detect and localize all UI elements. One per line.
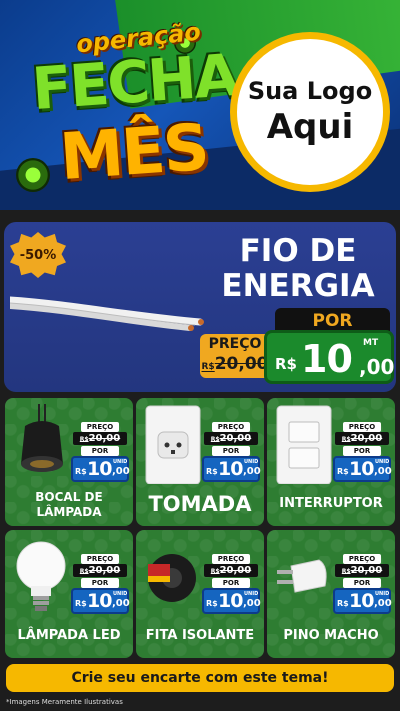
currency: R$: [206, 467, 218, 476]
por-label: POR: [81, 578, 119, 588]
price-int: 10: [349, 458, 374, 480]
store-logo-placeholder: Sua Logo Aqui: [230, 32, 390, 192]
currency: R$: [206, 599, 218, 608]
por-label: POR: [343, 446, 381, 456]
preco-label: PREÇO: [81, 554, 119, 564]
speaker-icon: [16, 158, 50, 192]
price-int: 10: [349, 590, 374, 612]
price-cents: ,00: [374, 466, 392, 477]
featured-price-int: 10: [301, 337, 353, 381]
featured-price: R$ 10 MT ,00: [264, 330, 394, 384]
featured-old-price-box: PREÇO R$20,00: [200, 334, 270, 378]
product-card-tomada[interactable]: PREÇO R$20,00 POR R$ 10 UNID ,00 TOMADA: [136, 398, 264, 526]
logo-line-1: FECHA: [29, 40, 240, 124]
price-cents: ,00: [112, 466, 130, 477]
product-name: PINO MACHO: [283, 628, 379, 643]
por-label: POR: [212, 578, 250, 588]
old-price: R$20,00: [73, 564, 127, 577]
unit: UNID: [244, 591, 259, 597]
preco-label: PREÇO: [212, 422, 250, 432]
price-int: 10: [218, 590, 243, 612]
price-int: 10: [87, 458, 112, 480]
new-price: R$ 10 UNID ,00: [71, 456, 130, 482]
unit: UNID: [113, 591, 128, 597]
switch-image: [276, 405, 332, 484]
price-cents: ,00: [243, 598, 261, 609]
featured-price-cents: ,00: [359, 355, 395, 379]
campaign-logo: operação FECHA MÊS: [14, 18, 239, 198]
old-price: R$20,00: [73, 432, 127, 445]
featured-title-line-1: FIO DE: [239, 233, 357, 269]
product-name: TOMADA: [148, 492, 252, 516]
new-price: R$ 10 UNID ,00: [333, 456, 392, 482]
store-logo-line-2: Aqui: [266, 107, 354, 147]
product-name: FITA ISOLANTE: [145, 628, 255, 643]
header-banner: operação FECHA MÊS Sua Logo Aqui: [0, 0, 400, 210]
old-price: R$20,00: [204, 432, 258, 445]
currency: R$: [75, 599, 87, 608]
new-price: R$ 10 UNID ,00: [71, 588, 130, 614]
led-bulb-image: [16, 541, 66, 611]
unit: UNID: [375, 459, 390, 465]
old-price: R$20,00: [335, 564, 389, 577]
price-int: 10: [218, 458, 243, 480]
price-cents: ,00: [243, 466, 261, 477]
lamp-socket-image: [21, 404, 63, 472]
price-int: 10: [87, 590, 112, 612]
por-label: POR: [81, 446, 119, 456]
discount-badge: -50%: [10, 232, 66, 278]
new-price: R$ 10 UNID ,00: [333, 588, 392, 614]
featured-old-price: R$20,00: [201, 354, 269, 374]
old-price: R$20,00: [204, 564, 258, 577]
wire-product-image: [10, 296, 204, 331]
unit: UNID: [244, 459, 259, 465]
price-cents: ,00: [374, 598, 392, 609]
logo-line-2: MÊS: [57, 110, 210, 196]
disclaimer-text: *Imagens Meramente Ilustrativas: [6, 698, 123, 706]
discount-text: -50%: [19, 247, 57, 263]
product-name: BOCAL DE LÂMPADA: [35, 490, 103, 519]
product-name: LÂMPADA LED: [17, 628, 121, 643]
featured-preco-label: PREÇO: [208, 336, 262, 352]
old-price: R$20,00: [335, 432, 389, 445]
currency: R$: [337, 467, 349, 476]
price-cents: ,00: [112, 598, 130, 609]
store-logo-line-1: Sua Logo: [247, 77, 373, 105]
unit: UNID: [375, 591, 390, 597]
currency: R$: [337, 599, 349, 608]
currency: R$: [75, 467, 87, 476]
unit: UNID: [113, 459, 128, 465]
featured-unit: MT: [363, 338, 379, 348]
preco-label: PREÇO: [81, 422, 119, 432]
featured-title-line-2: ENERGIA: [221, 268, 375, 304]
product-card-pino[interactable]: PREÇO R$20,00 POR R$ 10 UNID ,00 PINO MA…: [267, 530, 395, 658]
featured-product-title: FIO DE ENERGIA: [200, 234, 396, 304]
new-price: R$ 10 UNID ,00: [202, 456, 261, 482]
product-card-bocal[interactable]: PREÇO R$20,00 POR R$ 10 UNID ,00 BOCAL D…: [5, 398, 133, 526]
preco-label: PREÇO: [343, 422, 381, 432]
product-card-interruptor[interactable]: PREÇO R$20,00 POR R$ 10 UNID ,00 INTERRU…: [267, 398, 395, 526]
plug-image: [277, 559, 327, 593]
por-label: POR: [212, 446, 250, 456]
product-name: INTERRUPTOR: [279, 496, 383, 511]
insulating-tape-image: [148, 554, 196, 602]
product-card-fita[interactable]: PREÇO R$20,00 POR R$ 10 UNID ,00 FITA IS…: [136, 530, 264, 658]
featured-currency: R$: [275, 355, 297, 373]
new-price: R$ 10 UNID ,00: [202, 588, 261, 614]
product-card-lampada[interactable]: PREÇO R$20,00 POR R$ 10 UNID ,00 LÂMPADA…: [5, 530, 133, 658]
preco-label: PREÇO: [343, 554, 381, 564]
preco-label: PREÇO: [212, 554, 250, 564]
outlet-image: [145, 405, 201, 484]
create-flyer-button[interactable]: Crie seu encarte com este tema!: [6, 664, 394, 692]
por-label: POR: [343, 578, 381, 588]
